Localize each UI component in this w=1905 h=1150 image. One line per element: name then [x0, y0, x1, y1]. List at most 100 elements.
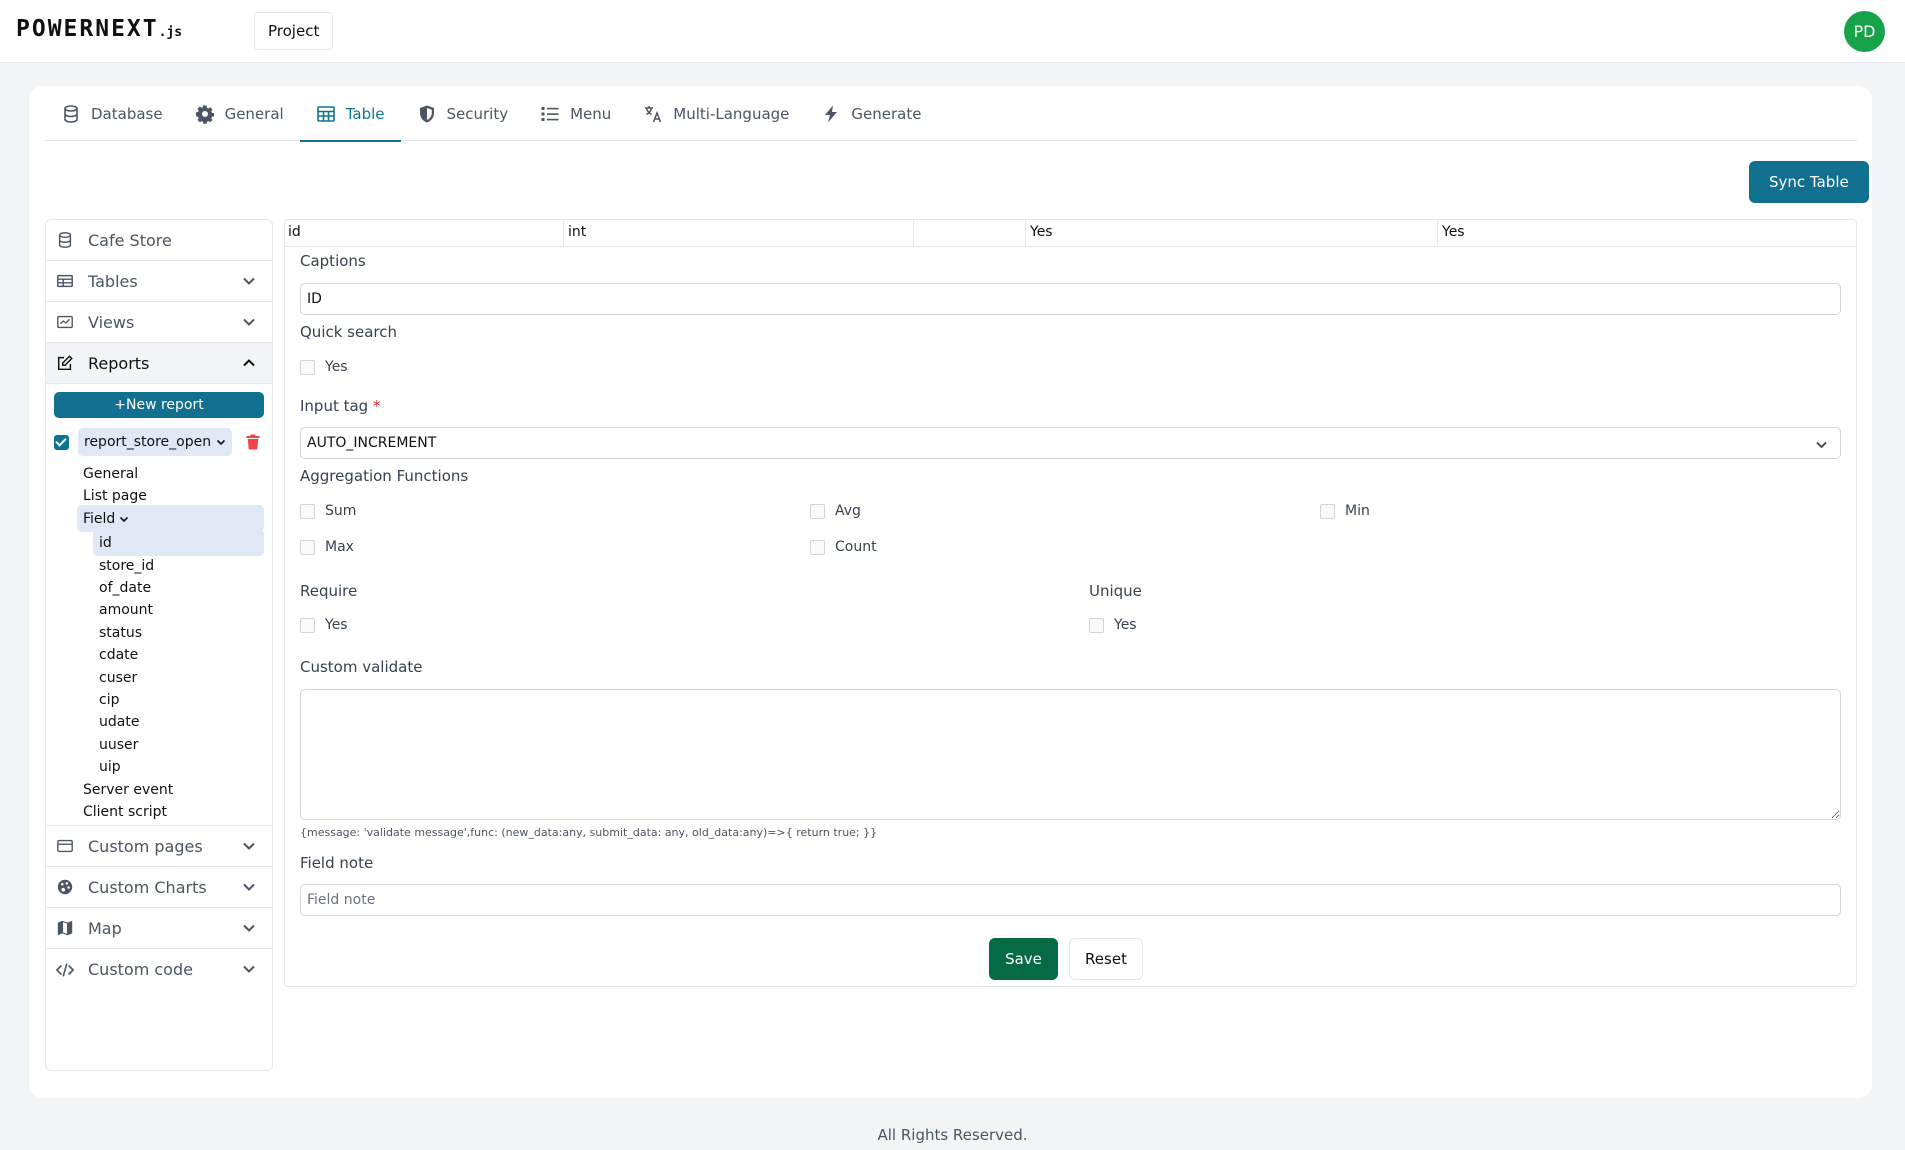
- tab-multi-language[interactable]: Multi-Language: [627, 86, 805, 141]
- code-icon: [56, 962, 74, 977]
- tab-menu[interactable]: Menu: [524, 86, 627, 141]
- avatar[interactable]: PD: [1844, 11, 1885, 52]
- checkbox-box: [300, 359, 315, 375]
- checkbox-box: [1089, 617, 1104, 633]
- sidebar-item-label: Reports: [88, 353, 150, 373]
- required-mark: *: [372, 397, 381, 415]
- sidebar-item-reports[interactable]: Reports: [46, 343, 272, 384]
- checkbox-label: Sum: [325, 503, 357, 519]
- agg-min-checkbox[interactable]: Min: [1320, 503, 1370, 519]
- chevron-down-icon: [243, 924, 255, 932]
- tab-security[interactable]: Security: [401, 86, 525, 141]
- require-checkbox[interactable]: Yes: [300, 617, 348, 633]
- field-col5-cell: Yes: [1442, 224, 1465, 240]
- require-label: Require: [300, 582, 358, 600]
- input-tag-select[interactable]: AUTO_INCREMENT: [300, 427, 1841, 459]
- list-icon: [541, 106, 559, 121]
- sidebar-item-custom-code[interactable]: Custom code: [46, 949, 272, 990]
- chevron-up-icon: [243, 359, 255, 367]
- custom-validate-textarea[interactable]: [300, 689, 1841, 820]
- gear-icon: [195, 104, 214, 124]
- field-note-input[interactable]: [300, 884, 1841, 916]
- report-row: report_store_open: [54, 428, 266, 456]
- field-col4-cell: Yes: [1030, 224, 1053, 240]
- sync-table-button[interactable]: Sync Table: [1749, 161, 1869, 203]
- report-name-label: report_store_open: [84, 434, 212, 450]
- chevron-down-icon: [120, 516, 129, 522]
- agg-sum-checkbox[interactable]: Sum: [300, 503, 356, 519]
- bolt-icon: [825, 105, 838, 122]
- tab-label: Generate: [851, 104, 922, 123]
- chevron-down-icon: [243, 965, 255, 973]
- checkbox-box: [300, 617, 315, 633]
- logo[interactable]: POWERNEXT.js: [16, 16, 182, 42]
- report-checkbox[interactable]: [54, 435, 69, 450]
- chevron-down-icon: [243, 318, 255, 326]
- field-settings-panel: id int Yes Yes Captions Quick search Yes…: [284, 219, 1857, 987]
- logo-suffix: .js: [158, 25, 183, 40]
- column-divider: [913, 220, 914, 247]
- database-icon: [64, 104, 78, 123]
- save-button[interactable]: Save: [989, 938, 1058, 980]
- chevron-down-icon: [1816, 441, 1827, 449]
- sidebar-item-views[interactable]: Views: [46, 302, 272, 343]
- table-icon: [316, 105, 335, 122]
- checkbox-label: Count: [835, 539, 877, 555]
- tab-database[interactable]: Database: [45, 86, 179, 141]
- field-name-cell: id: [288, 224, 301, 240]
- sidebar-item-custom-pages[interactable]: Custom pages: [46, 826, 272, 867]
- tab-label: Database: [91, 104, 163, 123]
- quick-search-label: Quick search: [300, 323, 398, 341]
- shield-icon: [419, 105, 434, 122]
- unique-checkbox[interactable]: Yes: [1089, 617, 1137, 633]
- sidebar-item-label: Views: [88, 312, 135, 332]
- tree-item-field[interactable]: Field: [77, 505, 264, 532]
- project-button[interactable]: Project: [254, 12, 334, 50]
- tab-table[interactable]: Table: [299, 86, 401, 142]
- new-report-button[interactable]: +New report: [54, 392, 264, 418]
- tree-item-client-script[interactable]: Client script: [83, 798, 167, 825]
- checkbox-label: Yes: [325, 359, 348, 375]
- tab-label: General: [224, 104, 284, 123]
- field-summary-row[interactable]: id int Yes Yes: [285, 220, 1856, 247]
- sidebar-item-database[interactable]: Cafe Store: [46, 220, 272, 261]
- checkbox-label: Yes: [325, 617, 348, 633]
- footer-text: All Rights Reserved.: [877, 1126, 1028, 1144]
- checkbox-box: [810, 539, 825, 555]
- report-dropdown[interactable]: report_store_open: [78, 428, 233, 456]
- sidebar-item-label: Custom code: [88, 960, 193, 979]
- input-tag-value: AUTO_INCREMENT: [307, 435, 437, 451]
- column-divider: [1437, 220, 1438, 247]
- reports-panel: +New report report_store_open General Li…: [46, 384, 272, 826]
- captions-input[interactable]: [300, 283, 1841, 315]
- trash-icon[interactable]: [246, 434, 260, 450]
- field-type-cell: int: [568, 224, 587, 240]
- agg-max-checkbox[interactable]: Max: [300, 539, 354, 555]
- tab-label: Menu: [570, 104, 612, 123]
- custom-validate-label: Custom validate: [300, 658, 423, 676]
- quick-search-checkbox[interactable]: Yes: [300, 359, 348, 375]
- column-divider: [563, 220, 564, 247]
- field-note-label: Field note: [300, 854, 374, 872]
- top-bar: POWERNEXT.js Project PD: [0, 0, 1905, 63]
- tab-label: Multi-Language: [673, 104, 790, 123]
- sidebar-item-custom-charts[interactable]: Custom Charts: [46, 867, 272, 908]
- card-icon: [57, 839, 73, 853]
- checkbox-box: [300, 539, 315, 555]
- sidebar-item-label: Cafe Store: [88, 230, 172, 250]
- unique-label: Unique: [1089, 582, 1142, 600]
- agg-avg-checkbox[interactable]: Avg: [810, 503, 861, 519]
- sidebar-item-tables[interactable]: Tables: [46, 261, 272, 302]
- agg-count-checkbox[interactable]: Count: [810, 539, 877, 555]
- tab-generate[interactable]: Generate: [805, 86, 937, 141]
- checkbox-box: [300, 503, 315, 519]
- custom-validate-hint: {message: 'validate message',func: (new_…: [300, 826, 878, 839]
- database-icon: [58, 232, 72, 248]
- checkbox-label: Yes: [1114, 617, 1137, 633]
- sidebar-item-map[interactable]: Map: [46, 908, 272, 949]
- tab-general[interactable]: General: [179, 86, 300, 141]
- translate-icon: [645, 105, 662, 122]
- reset-button[interactable]: Reset: [1069, 938, 1143, 980]
- checkbox-label: Min: [1345, 503, 1370, 519]
- sidebar-item-label: Map: [88, 918, 122, 938]
